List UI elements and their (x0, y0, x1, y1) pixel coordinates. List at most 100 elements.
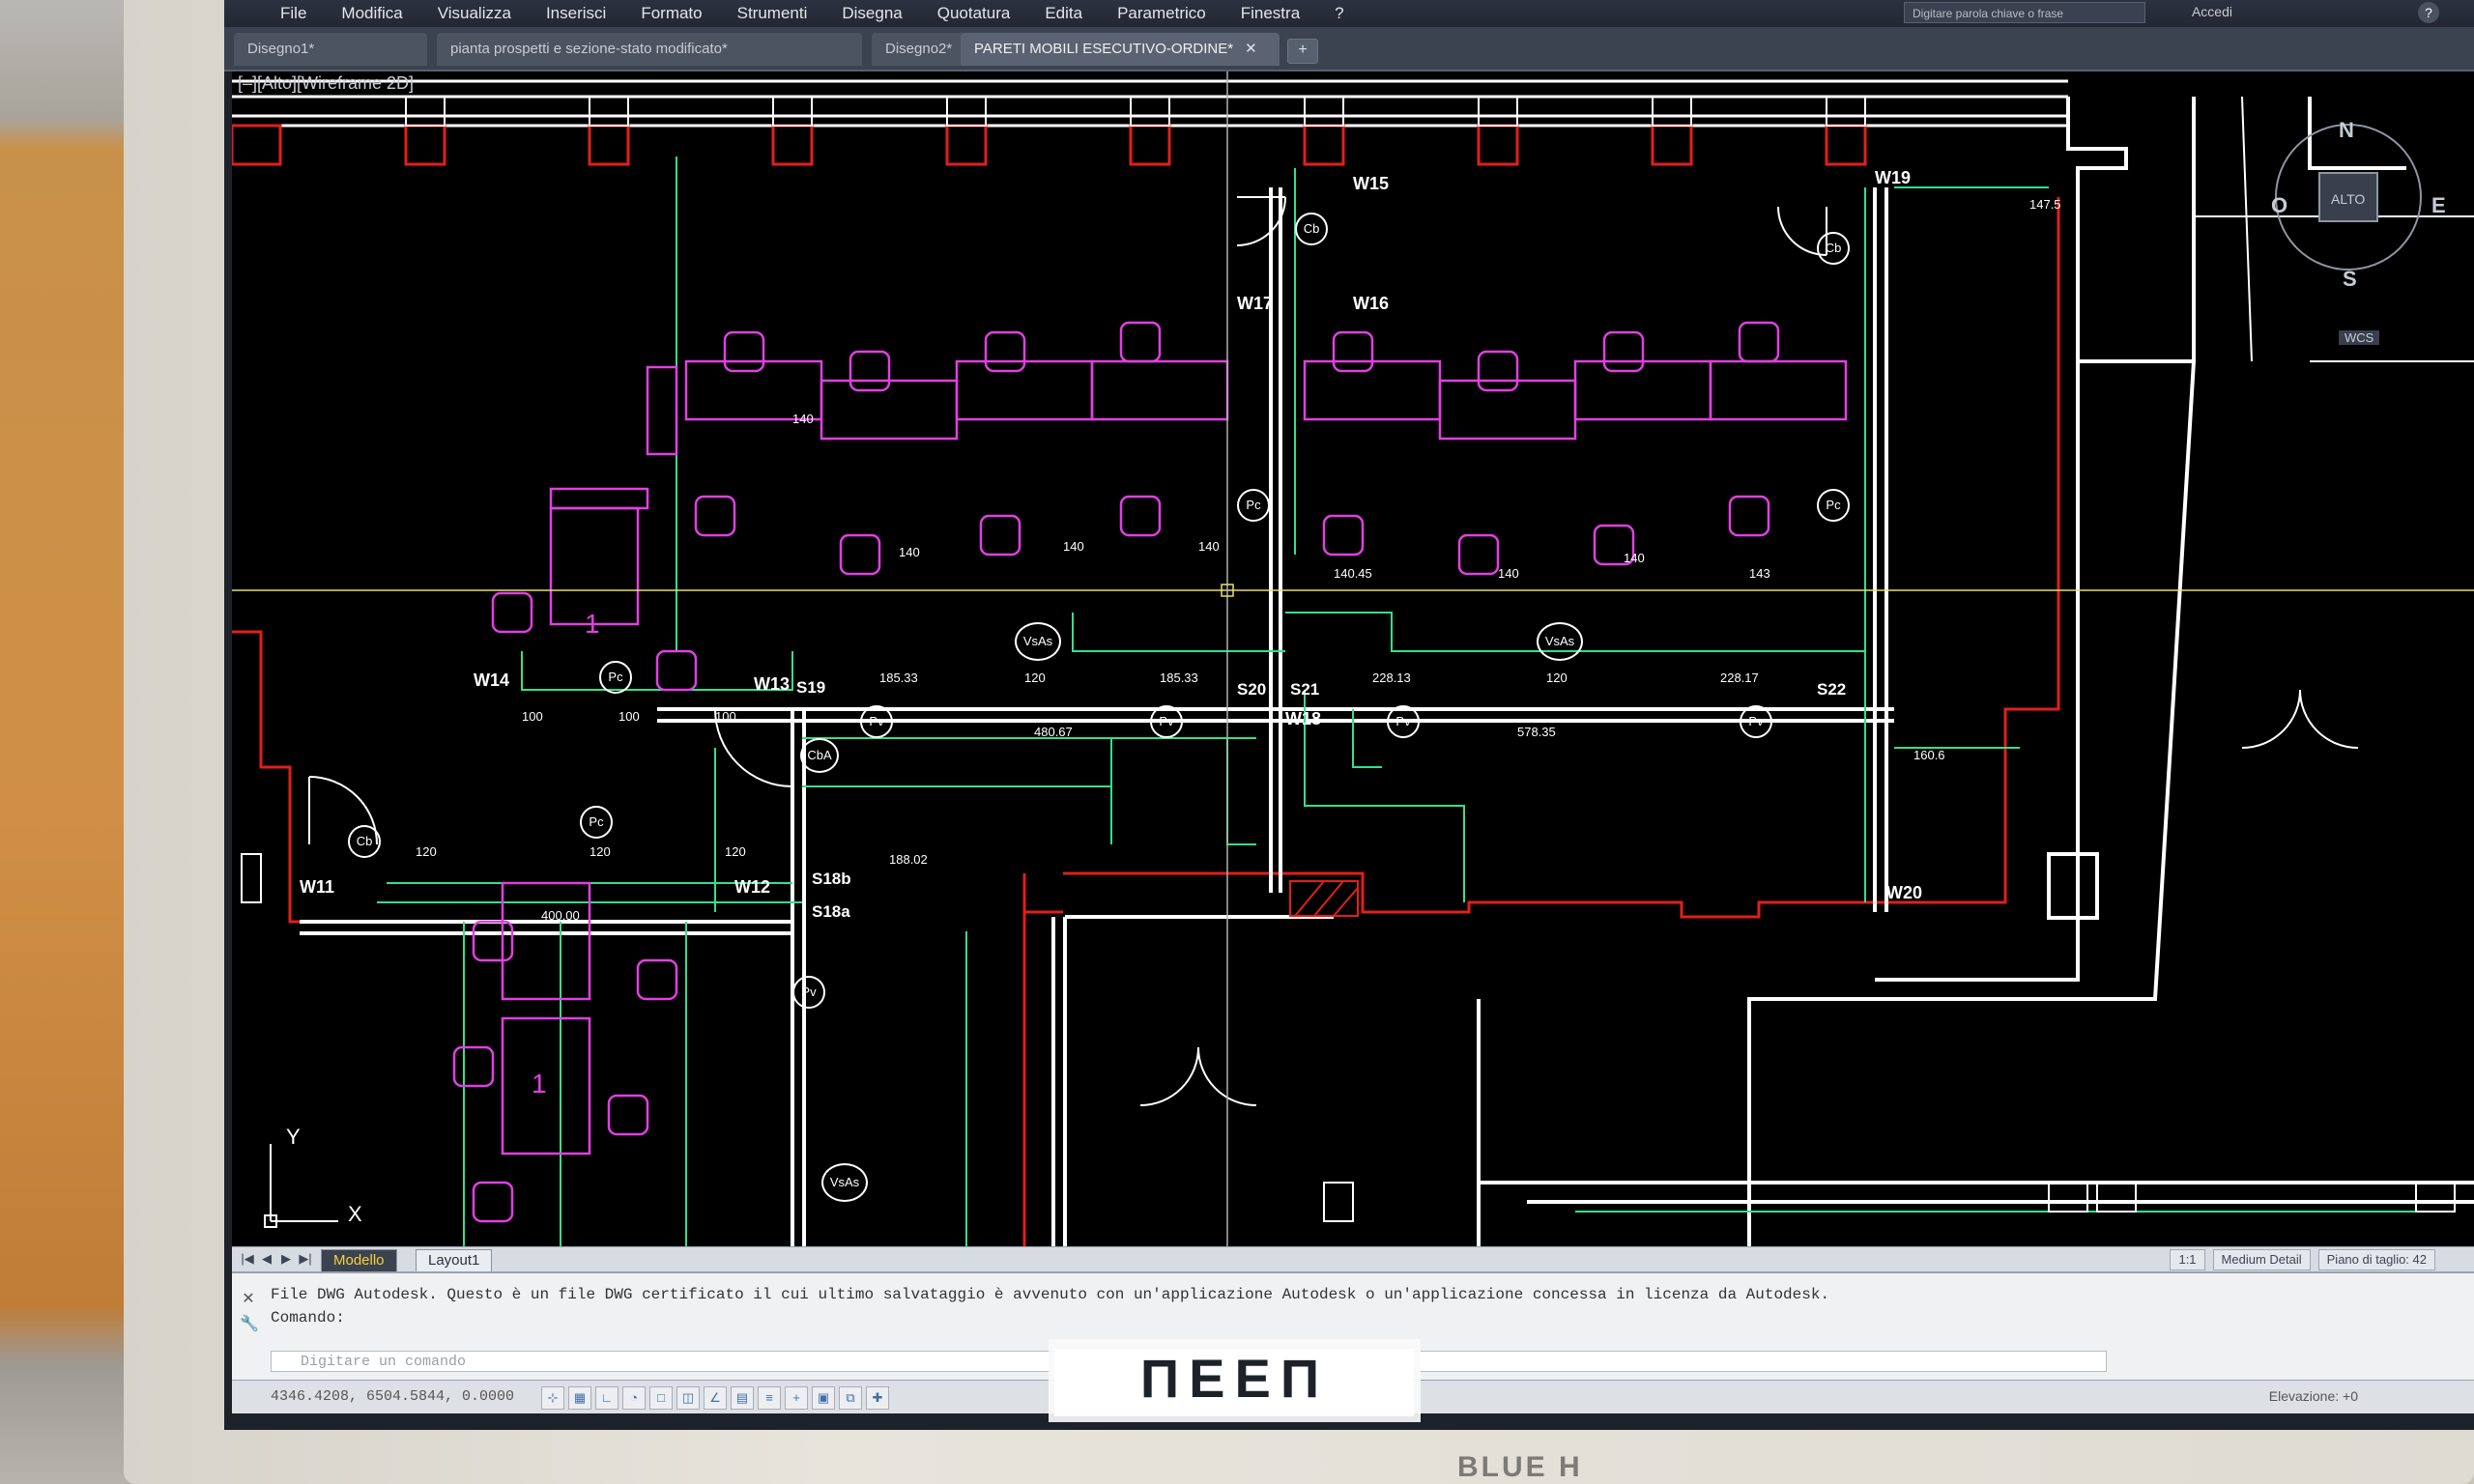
tab-label: Disegno2* (885, 41, 953, 57)
sign-in-link[interactable]: Accedi (2192, 4, 2232, 19)
transparency-icon[interactable]: + (785, 1386, 808, 1410)
help-icon[interactable]: ? (2418, 2, 2439, 23)
dim-label: 578.35 (1517, 725, 1556, 739)
compass-east[interactable]: E (2431, 193, 2446, 218)
polar-icon[interactable]: ◔ (622, 1386, 646, 1410)
dim-label: 188.02 (889, 852, 928, 867)
menu-quotatura[interactable]: Quotatura (920, 4, 1028, 23)
columns (232, 124, 1867, 166)
compass-south[interactable]: S (2343, 267, 2357, 292)
menu-parametrico[interactable]: Parametrico (1100, 4, 1223, 23)
qp-icon[interactable]: ▣ (812, 1386, 835, 1410)
close-icon[interactable]: ✕ (1245, 41, 1257, 57)
wcs-menu[interactable]: WCS (2339, 330, 2380, 345)
label-w19: W19 (1875, 168, 1912, 187)
dim-label: 140 (792, 412, 814, 426)
prev-layout-icon[interactable]: ◀ (259, 1251, 274, 1267)
detail-level-select[interactable]: Medium Detail (2212, 1249, 2311, 1270)
snap-icon[interactable]: ⊹ (541, 1386, 564, 1410)
room-number-1: 1 (585, 609, 600, 639)
symbol-pv-3: Pv (1387, 705, 1420, 738)
search-input[interactable]: Digitare parola chiave o frase (1904, 2, 2145, 23)
tab-pianta-prospetti[interactable]: pianta prospetti e sezione-stato modific… (437, 33, 862, 66)
label-w17: W17 (1237, 294, 1274, 313)
viewcube-face[interactable]: ALTO (2331, 191, 2365, 207)
label-s22: S22 (1817, 680, 1847, 699)
annotation-monitor-icon[interactable]: ✚ (866, 1386, 889, 1410)
osnap-icon[interactable]: □ (649, 1386, 673, 1410)
drawing-viewport[interactable]: [–][Alto][Wireframe 2D] W15 W16 W17 W19 … (232, 71, 2474, 1246)
last-layout-icon[interactable]: ▶| (298, 1251, 313, 1267)
symbol-pv-1: Pv (860, 705, 893, 738)
label-w13: W13 (754, 674, 791, 694)
floor-plan-drawing (232, 71, 2474, 1246)
menu-strumenti[interactable]: Strumenti (720, 4, 825, 23)
exterior-wall-right (1747, 97, 2406, 1246)
menu-formato[interactable]: Formato (623, 4, 719, 23)
dim-label: 120 (1024, 671, 1046, 685)
menu-file[interactable]: File (263, 4, 324, 23)
cursor-crosshair (232, 71, 2474, 1246)
annotation-scale[interactable]: 1:1 (2170, 1249, 2205, 1270)
menu-visualizza[interactable]: Visualizza (420, 4, 529, 23)
cut-plane[interactable]: Piano di taglio: 42 (2317, 1249, 2435, 1270)
symbol-pv-4: Pv (1740, 705, 1772, 738)
label-s19: S19 (796, 678, 826, 697)
compass-north[interactable]: N (2339, 118, 2354, 143)
dim-label: 120 (725, 844, 746, 859)
monitor-screen: File Modifica Visualizza Inserisci Forma… (224, 0, 2474, 1430)
dim-label: 140 (1498, 566, 1519, 581)
menu-help[interactable]: ? (1317, 4, 1361, 23)
background-wall (0, 0, 135, 1484)
monitor-brand: BLUE H (1457, 1451, 1583, 1483)
dim-label: 185.33 (879, 671, 918, 685)
layout-tab-bar: |◀ ◀ ▶ ▶| Modello Layout1 1:1 Medium Det… (232, 1246, 2474, 1272)
tab-layout1[interactable]: Layout1 (416, 1249, 493, 1272)
grid-icon[interactable]: ▦ (568, 1386, 591, 1410)
tab-pareti-mobili[interactable]: PARETI MOBILI ESECUTIVO-ORDINE* ✕ (961, 33, 1280, 66)
symbol-cb-1: Cb (1295, 213, 1328, 245)
compass-west[interactable]: O (2271, 193, 2287, 218)
command-close-icon[interactable]: ✕ 🔧 (240, 1287, 259, 1337)
symbol-vsas-2: VsAs (1537, 622, 1583, 661)
furniture-desks (501, 359, 1848, 1156)
column-caps (405, 96, 1866, 127)
lineweight-icon[interactable]: ≡ (758, 1386, 781, 1410)
next-layout-icon[interactable]: ▶ (278, 1251, 294, 1267)
viewport-controls-label[interactable]: [–][Alto][Wireframe 2D] (238, 73, 414, 94)
label-w14: W14 (474, 671, 510, 690)
otrack-icon[interactable]: ◫ (676, 1386, 700, 1410)
symbol-vsas-3: VsAs (821, 1163, 868, 1202)
tab-disegno1[interactable]: Disegno1* (234, 33, 427, 66)
selection-cycling-icon[interactable]: ⧉ (839, 1386, 862, 1410)
ducs-icon[interactable]: ∠ (704, 1386, 727, 1410)
menu-modifica[interactable]: Modifica (324, 4, 419, 23)
green-partitions (377, 157, 2455, 1246)
label-w18: W18 (1285, 709, 1322, 728)
dim-label: 480.67 (1034, 725, 1073, 739)
symbol-pv-2: Pv (1150, 705, 1183, 738)
ucs-y-label: Y (286, 1125, 301, 1149)
document-tab-bar: Disegno1* pianta prospetti e sezione-sta… (224, 27, 2474, 71)
command-history: File DWG Autodesk. Questo è un file DWG … (271, 1286, 1830, 1327)
drafting-toolbar: ⊹ ▦ ∟ ◔ □ ◫ ∠ ▤ ≡ + ▣ ⧉ ✚ (541, 1386, 889, 1410)
menu-disegna[interactable]: Disegna (824, 4, 919, 23)
ortho-icon[interactable]: ∟ (595, 1386, 618, 1410)
label-w11: W11 (300, 877, 335, 897)
symbol-cba: CbA (800, 738, 839, 773)
tab-label: Disegno1* (247, 41, 315, 57)
menu-finestra[interactable]: Finestra (1223, 4, 1317, 23)
dim-label: 143 (1749, 566, 1770, 581)
symbol-pc-1: Pc (1237, 489, 1270, 522)
dim-label: 100 (618, 709, 640, 724)
first-layout-icon[interactable]: |◀ (240, 1251, 255, 1267)
dim-label: 140 (899, 545, 920, 559)
dyn-icon[interactable]: ▤ (731, 1386, 754, 1410)
new-tab-button[interactable]: + (1287, 39, 1318, 64)
label-w12: W12 (734, 877, 771, 897)
dim-label: 160.6 (1913, 748, 1945, 762)
menu-inserisci[interactable]: Inserisci (529, 4, 623, 23)
dim-label: 120 (1546, 671, 1568, 685)
menu-edita[interactable]: Edita (1027, 4, 1100, 23)
tab-modello[interactable]: Modello (321, 1249, 397, 1272)
